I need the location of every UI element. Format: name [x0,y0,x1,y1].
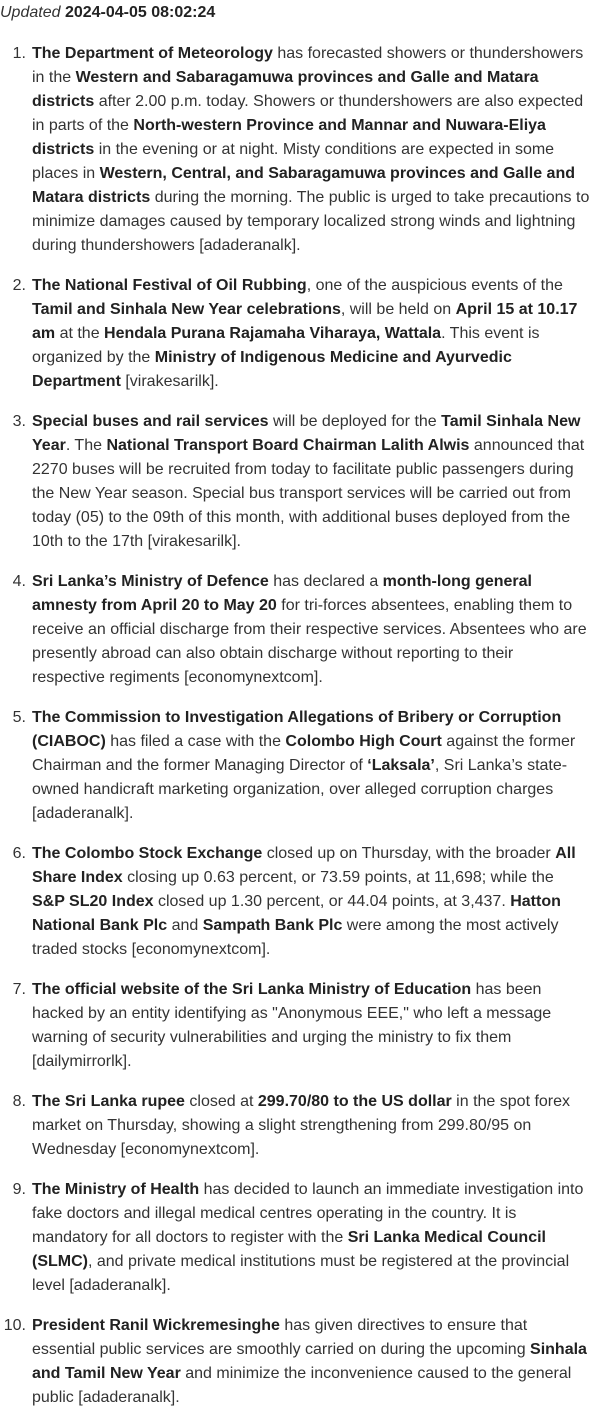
news-item-text: The Commission to Investigation Allegati… [32,706,590,826]
news-item-number: 4. [12,573,26,590]
news-item-body: closed at [184,1093,258,1110]
updated-line: Updated 2024-04-05 08:02:24 [0,0,590,24]
news-item-text: The Ministry of Health has decided to la… [32,1178,590,1298]
news-item-highlight: The official website of the Sri Lanka Mi… [32,981,472,998]
news-item-highlight: Hendala Purana Rajamaha Viharaya, Wattal… [104,325,442,342]
news-item: 1. The Department of Meteorology has fore… [0,42,590,258]
news-item: 7. The official website of the Sri Lanka … [0,978,590,1074]
news-item-number: 3. [12,413,26,430]
news-item-text: The Department of Meteorology has foreca… [32,42,590,258]
news-item-number: 2. [12,277,26,294]
news-item-text: President Ranil Wickremesinghe has given… [32,1314,590,1410]
news-item-highlight: President Ranil Wickremesinghe [32,1317,280,1334]
news-item: 5. The Commission to Investigation Allega… [0,706,590,826]
news-item-highlight: The Ministry of Health [32,1181,200,1198]
news-item-highlight: The National Festival of Oil Rubbing [32,277,307,294]
news-item-number: 5. [12,709,26,726]
news-item: 6. The Colombo Stock Exchange closed up o… [0,842,590,962]
news-item-body: will be deployed for the [268,413,442,430]
news-item: 2. The National Festival of Oil Rubbing, … [0,274,590,394]
news-item-number: 6. [12,845,26,862]
news-item-text: Special buses and rail services will be … [32,410,590,554]
news-item-number: 9. [12,1181,26,1198]
news-item-highlight: 299.70/80 to the US dollar [257,1093,452,1110]
news-item-highlight: Tamil and Sinhala New Year celebrations [32,301,341,318]
news-item-highlight: The Sri Lanka rupee [32,1093,185,1110]
news-item-highlight: National Transport Board Chairman Lalith… [106,437,470,454]
news-item-highlight: The Colombo Stock Exchange [32,845,263,862]
news-item-body: closed up on Thursday, with the broader [262,845,556,862]
news-item-body: [virakesarilk]. [120,373,219,390]
news-item-number: 10. [3,1317,26,1334]
news-item: 3. Special buses and rail services will b… [0,410,590,554]
news-item-body: closed up 1.30 percent, or 44.04 points,… [153,893,511,910]
news-item-highlight: Sampath Bank Plc [202,917,343,934]
news-item: 9. The Ministry of Health has decided to … [0,1178,590,1298]
news-item-highlight: Special buses and rail services [32,413,269,430]
updated-timestamp: 2024-04-05 08:02:24 [64,4,216,21]
news-item-number: 8. [12,1093,26,1110]
news-item-body: , one of the auspicious events of the [306,277,563,294]
news-item: 8. The Sri Lanka rupee closed at 299.70/8… [0,1090,590,1162]
news-item-body: has filed a case with the [105,733,286,750]
news-item-text: The Colombo Stock Exchange closed up on … [32,842,590,962]
news-item-text: The Sri Lanka rupee closed at 299.70/80 … [32,1090,590,1162]
news-item-highlight: The Department of Meteorology [32,45,273,62]
news-item-text: The official website of the Sri Lanka Mi… [32,978,590,1074]
news-item-highlight: S&P SL20 Index [32,893,154,910]
news-item-body: closing up 0.63 percent, or 73.59 points… [122,869,554,886]
news-item-highlight: Colombo High Court [285,733,442,750]
news-item-body: and [167,917,203,934]
updated-label: Updated [0,4,61,21]
news-item-body: , will be held on [340,301,456,318]
news-item-highlight: Sri Lanka’s Ministry of Defence [32,573,269,590]
news-item-highlight: ‘Laksala’ [367,757,435,774]
news-item-text: Sri Lanka’s Ministry of Defence has decl… [32,570,590,690]
news-item-body: has declared a [268,573,383,590]
news-item-body: at the [55,325,105,342]
news-list: 1. The Department of Meteorology has fore… [0,24,590,1410]
news-item-number: 7. [12,981,26,998]
news-item: 4. Sri Lanka’s Ministry of Defence has de… [0,570,590,690]
news-item-number: 1. [12,45,26,62]
news-item-body: , and private medical institutions must … [32,1253,570,1294]
news-item-body: . The [65,437,107,454]
news-item-text: The National Festival of Oil Rubbing, on… [32,274,590,394]
news-item: 10. President Ranil Wickremesinghe has gi… [0,1314,590,1410]
